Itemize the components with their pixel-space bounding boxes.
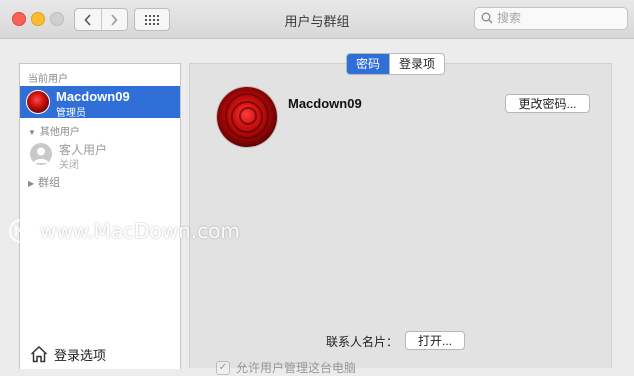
guest-avatar-icon xyxy=(30,143,52,165)
groups-label: 群组 xyxy=(38,177,61,189)
account-username: Macdown09 xyxy=(288,96,362,111)
user-name: Macdown09 xyxy=(56,89,130,104)
login-options-label: 登录选项 xyxy=(54,347,107,363)
guest-user-status: 关闭 xyxy=(59,160,79,171)
user-item-selected[interactable]: Macdown09 管理员 xyxy=(20,86,180,119)
search-icon xyxy=(481,12,493,24)
open-contact-card-button[interactable]: 打开... xyxy=(405,331,465,350)
search-input[interactable] xyxy=(497,10,621,26)
tab-bar: 密码 登录项 xyxy=(346,53,446,75)
user-list-sidebar: 当前用户 Macdown09 管理员 ▼ 其他用户 客人用户 关闭 ▶ 群组 登录选… xyxy=(19,63,181,369)
user-role: 管理员 xyxy=(56,108,86,119)
current-users-label: 当前用户 xyxy=(28,74,68,85)
disclosure-triangle-down-icon: ▼ xyxy=(28,128,36,137)
title-bar: 用户与群组 xyxy=(0,0,634,39)
other-users-label: 其他用户 xyxy=(39,127,80,138)
tab-password[interactable]: 密码 xyxy=(347,54,390,74)
house-icon xyxy=(30,345,48,363)
user-avatar xyxy=(26,90,50,114)
contact-card-label: 联系人名片： xyxy=(326,335,399,349)
guest-user-item[interactable]: 客人用户 关闭 xyxy=(20,139,180,171)
disclosure-triangle-right-icon: ▶ xyxy=(28,179,35,188)
change-password-button[interactable]: 更改密码... xyxy=(505,94,590,113)
user-picture[interactable] xyxy=(217,87,277,147)
tab-login-items[interactable]: 登录项 xyxy=(389,54,444,74)
search-field[interactable] xyxy=(474,7,628,30)
login-options-item[interactable]: 登录选项 xyxy=(30,344,106,364)
other-users-header[interactable]: ▼ 其他用户 xyxy=(28,123,80,138)
groups-header[interactable]: ▶ 群组 xyxy=(28,174,60,190)
